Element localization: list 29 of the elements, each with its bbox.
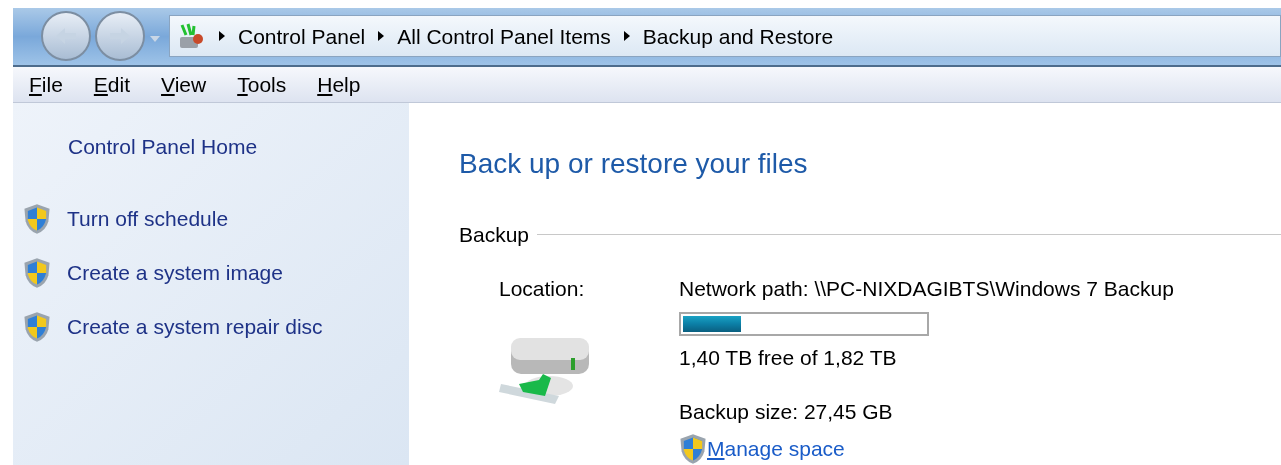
menu-item[interactable]: Tools	[237, 68, 287, 101]
shield-icon	[23, 256, 51, 289]
menu-item[interactable]: Help	[317, 68, 361, 101]
breadcrumb-item[interactable]: Control Panel	[238, 20, 366, 53]
breadcrumb-arrow-icon[interactable]	[377, 30, 386, 43]
forward-button[interactable]	[95, 11, 145, 62]
sidebar-task-link[interactable]: Create a system repair disc	[67, 310, 323, 343]
back-button[interactable]	[41, 11, 91, 62]
shield-icon	[679, 433, 707, 465]
manage-space-link[interactable]: Manage space	[707, 433, 845, 465]
free-space-text: 1,40 TB free of 1,82 TB	[679, 345, 898, 371]
menu-item[interactable]: File	[29, 68, 63, 101]
control-panel-home-link[interactable]: Control Panel Home	[68, 131, 258, 163]
breadcrumb-item[interactable]: All Control Panel Items	[397, 20, 611, 53]
address-bar[interactable]: Control Panel All Control Panel Items Backup and Restore	[169, 15, 1281, 58]
location-path: Network path: \\PC-NIXDAGIBTS\Windows 7 Backup	[679, 275, 1174, 302]
breadcrumb-arrow-icon[interactable]	[218, 30, 226, 43]
breadcrumb-arrow-icon[interactable]	[622, 30, 631, 43]
shield-icon	[23, 202, 51, 235]
shield-icon	[23, 310, 51, 343]
sidebar-task-link[interactable]: Create a system image	[67, 256, 283, 289]
menu-item[interactable]: Edit	[93, 68, 131, 101]
menu-item[interactable]: View	[161, 68, 207, 101]
page-title: Back up or restore your files	[459, 147, 809, 181]
location-label: Location:	[499, 275, 586, 302]
section-heading: Backup	[459, 222, 531, 248]
backup-size-text: Backup size: 27,45 GB	[679, 398, 894, 425]
sidebar-task-link[interactable]: Turn off schedule	[67, 202, 229, 235]
breadcrumb-item[interactable]: Backup and Restore	[642, 20, 834, 53]
